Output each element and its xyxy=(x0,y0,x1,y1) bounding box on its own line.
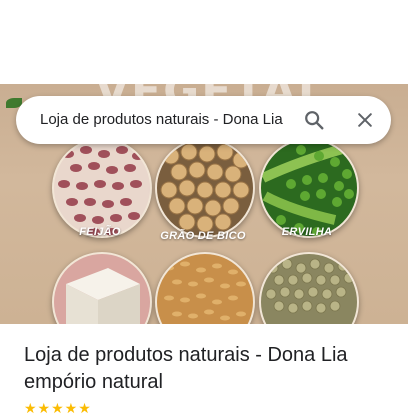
peas-image xyxy=(259,138,359,238)
tofu-pattern xyxy=(54,254,150,324)
tofu-image xyxy=(52,252,152,324)
rating-stars: ★★★★★ xyxy=(24,400,92,416)
lentils-image xyxy=(259,252,359,324)
chickpeas-pattern xyxy=(160,143,250,233)
beans-image xyxy=(52,138,152,238)
clear-button[interactable] xyxy=(353,108,377,132)
chickpeas-image xyxy=(155,138,255,238)
label-ervilha: ERVILHA xyxy=(281,226,333,238)
lentils-pattern xyxy=(265,258,355,314)
close-icon xyxy=(358,113,372,127)
label-feijao: FEIJÃO xyxy=(79,226,121,238)
place-title-line2: empório natural xyxy=(24,371,163,393)
beans-pattern xyxy=(58,146,144,236)
search-button[interactable] xyxy=(302,108,326,132)
search-input[interactable] xyxy=(40,96,302,144)
flaxseed-pattern xyxy=(164,261,246,321)
label-grao-de-bico: GRÃO DE BICO xyxy=(160,230,246,242)
flaxseed-image xyxy=(155,252,255,324)
place-title-line1: Loja de produtos naturais - Dona Lia xyxy=(24,344,348,366)
peas-pattern xyxy=(261,141,355,236)
search-bar[interactable] xyxy=(16,96,391,144)
place-title: Loja de produtos naturais - Dona Lia emp… xyxy=(24,342,394,396)
search-icon xyxy=(305,111,324,130)
